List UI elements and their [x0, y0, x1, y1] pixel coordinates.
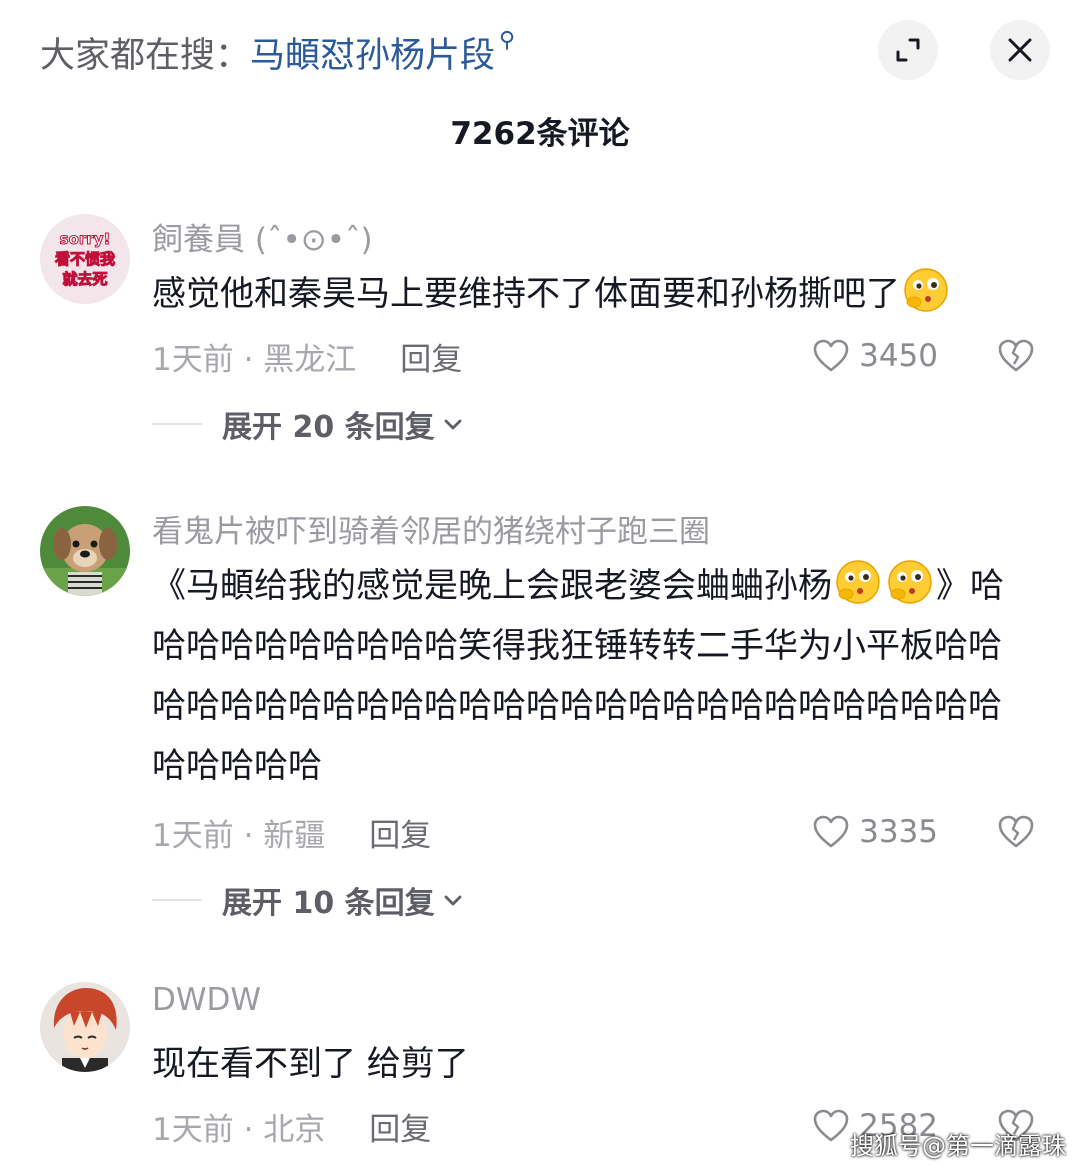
thinking-face-emoji-icon: [888, 560, 932, 604]
comment-username[interactable]: 飼養員 (ˆ•⊙•ˆ): [152, 214, 373, 259]
comment-text: 感觉他和秦昊马上要维持不了体面要和孙杨撕吧了: [152, 264, 1032, 324]
expand-divider: [152, 899, 202, 901]
comment-username[interactable]: 看鬼片被吓到骑着邻居的猪绕村子跑三圈: [152, 506, 710, 551]
heart-icon: [813, 339, 849, 372]
collapse-button[interactable]: [878, 20, 938, 80]
reply-button[interactable]: 回复: [400, 334, 462, 379]
avatar-text-line-1: sorry!: [60, 230, 111, 248]
broken-heart-icon: [998, 339, 1034, 372]
thinking-face-emoji-icon: [904, 268, 948, 312]
reply-button[interactable]: 回复: [369, 810, 431, 855]
avatar[interactable]: sorry! 看不惯我 就去死: [40, 214, 130, 304]
reply-button[interactable]: 回复: [369, 1104, 431, 1149]
like-count: 3335: [859, 814, 938, 850]
search-header: 大家都在搜： 马頔怼孙杨片段 ⚲: [0, 0, 1080, 100]
like-button[interactable]: 3335: [811, 810, 938, 854]
thinking-face-emoji-icon: [836, 560, 880, 604]
comment-text: 《马頔给我的感觉是晚上会跟老婆会蛐蛐孙杨 》哈哈哈哈哈哈哈哈哈哈笑得我狂锤转转二…: [152, 556, 1032, 796]
comment-time-location: 1天前 · 新疆: [152, 817, 326, 854]
comment-text-part: 现在看不到了 给剪了: [152, 1044, 469, 1084]
comment-meta: 1天前 · 北京 回复: [152, 1104, 431, 1148]
like-count: 3450: [859, 338, 938, 374]
chevron-down-icon: [444, 895, 462, 906]
expand-replies-button[interactable]: 展开 10 条回复: [152, 878, 465, 922]
close-icon: [1008, 38, 1032, 62]
search-hint-term[interactable]: 马頔怼孙杨片段: [250, 27, 495, 78]
like-button[interactable]: 3450: [811, 334, 938, 378]
comment-count-title: 7262条评论: [450, 116, 630, 152]
expand-divider: [152, 423, 202, 425]
heart-icon: [813, 815, 849, 848]
source-watermark: 搜狐号@第一滴露珠: [850, 1132, 1066, 1160]
comment-text-part: 感觉他和秦昊马上要维持不了体面要和孙杨撕吧了: [152, 274, 900, 314]
search-icon: ⚲: [499, 27, 516, 53]
avatar-anime-boy-image: [40, 982, 130, 1072]
search-hint-prefix: 大家都在搜：: [40, 35, 251, 76]
expand-replies-label: 展开 20 条回复: [222, 410, 435, 445]
expand-replies-label: 展开 10 条回复: [222, 886, 435, 921]
broken-heart-icon: [998, 815, 1034, 848]
comment-text-part: 《马頔给我的感觉是晚上会跟老婆会蛐蛐孙杨: [152, 566, 832, 606]
comment-time-location: 1天前 · 北京: [152, 1111, 326, 1148]
avatar-text-line-3: 就去死: [62, 270, 107, 288]
avatar[interactable]: [40, 506, 130, 596]
dislike-button[interactable]: [996, 334, 1036, 378]
avatar[interactable]: [40, 982, 130, 1072]
dislike-button[interactable]: [996, 810, 1036, 854]
trending-search-hint[interactable]: 大家都在搜： 马頔怼孙杨片段 ⚲: [40, 24, 515, 80]
avatar-sticker-image: sorry! 看不惯我 就去死: [40, 214, 130, 304]
close-button[interactable]: [990, 20, 1050, 80]
comment-meta: 1天前 · 新疆 回复: [152, 810, 431, 854]
chevron-down-icon: [444, 419, 462, 430]
collapse-icon: [896, 38, 920, 62]
expand-replies-button[interactable]: 展开 20 条回复: [152, 402, 465, 446]
comment-username[interactable]: DWDW: [152, 982, 261, 1018]
avatar-text-line-2: 看不惯我: [55, 250, 115, 268]
avatar-dog-image: [40, 506, 130, 596]
heart-icon: [813, 1109, 849, 1142]
comment-time-location: 1天前 · 黑龙江: [152, 341, 357, 378]
comment-meta: 1天前 · 黑龙江 回复: [152, 334, 462, 378]
comment-text: 现在看不到了 给剪了: [152, 1034, 1032, 1094]
